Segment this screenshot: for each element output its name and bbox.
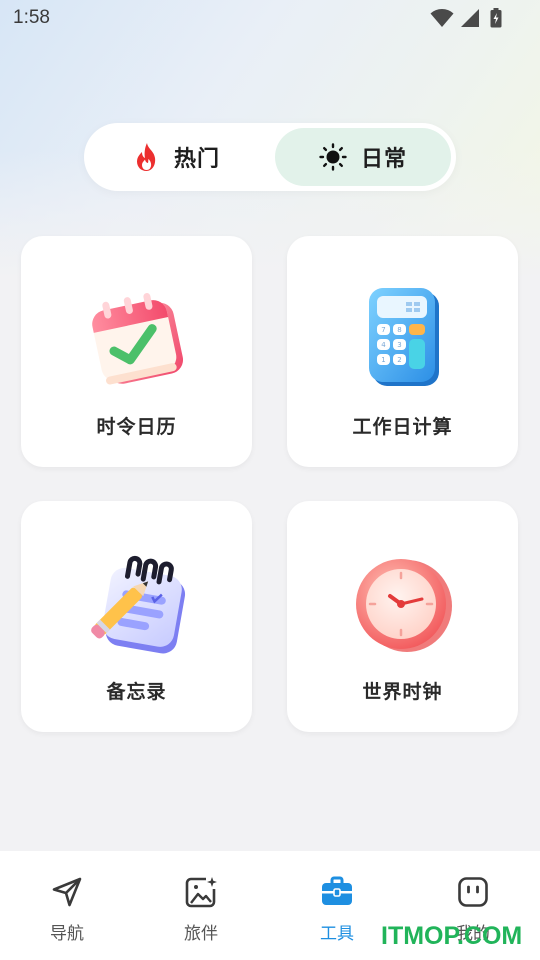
notepad-icon	[90, 555, 185, 654]
watermark: ITMOP.COM	[381, 922, 523, 950]
tool-card-workday-calculator[interactable]: 7 8 4 3 1 2 工作日计算	[287, 236, 518, 467]
toolbox-icon	[322, 876, 352, 905]
flame-icon	[136, 143, 156, 171]
svg-text:1: 1	[381, 356, 385, 364]
photo-icon	[185, 877, 217, 908]
tab-daily-label: 日常	[360, 147, 407, 172]
clock-icon	[355, 559, 452, 652]
status-time: 1:58	[13, 7, 50, 28]
svg-text:2: 2	[397, 356, 401, 364]
nav-item-tools[interactable]: 工具	[287, 875, 387, 944]
category-switch: 热门 日常	[84, 123, 456, 191]
nav-label: 工具	[320, 924, 354, 944]
tab-hot-label: 热门	[173, 147, 220, 172]
tool-card-seasonal-calendar[interactable]: 时令日历	[21, 236, 252, 467]
status-bar: 1:58	[0, 0, 540, 36]
svg-text:7: 7	[381, 326, 385, 334]
nav-item-navigation[interactable]: 导航	[17, 875, 117, 944]
tab-daily[interactable]: 日常	[275, 128, 451, 186]
tool-card-label: 工作日计算	[352, 416, 453, 438]
nav-label: 旅伴	[184, 924, 218, 944]
svg-text:8: 8	[397, 326, 401, 334]
nav-item-companion[interactable]: 旅伴	[151, 875, 251, 944]
wifi-icon	[430, 9, 454, 27]
sun-icon	[319, 143, 347, 171]
cell-signal-icon	[461, 9, 479, 27]
svg-text:4: 4	[381, 341, 386, 349]
calculator-icon: 7 8 4 3 1 2	[368, 288, 439, 386]
calendar-icon	[91, 293, 183, 385]
tool-card-label: 时令日历	[96, 416, 177, 438]
battery-icon	[490, 8, 502, 28]
tool-card-label: 备忘录	[106, 681, 167, 703]
tool-card-memo[interactable]: 备忘录	[21, 501, 252, 732]
tool-card-label: 世界时钟	[362, 681, 443, 703]
tab-hot[interactable]: 热门	[89, 128, 265, 186]
svg-text:3: 3	[397, 341, 401, 349]
tool-card-world-clock[interactable]: 世界时钟	[287, 501, 518, 732]
nav-label: 导航	[50, 924, 84, 944]
profile-face-icon	[458, 877, 488, 907]
navigation-arrow-icon	[52, 877, 82, 907]
